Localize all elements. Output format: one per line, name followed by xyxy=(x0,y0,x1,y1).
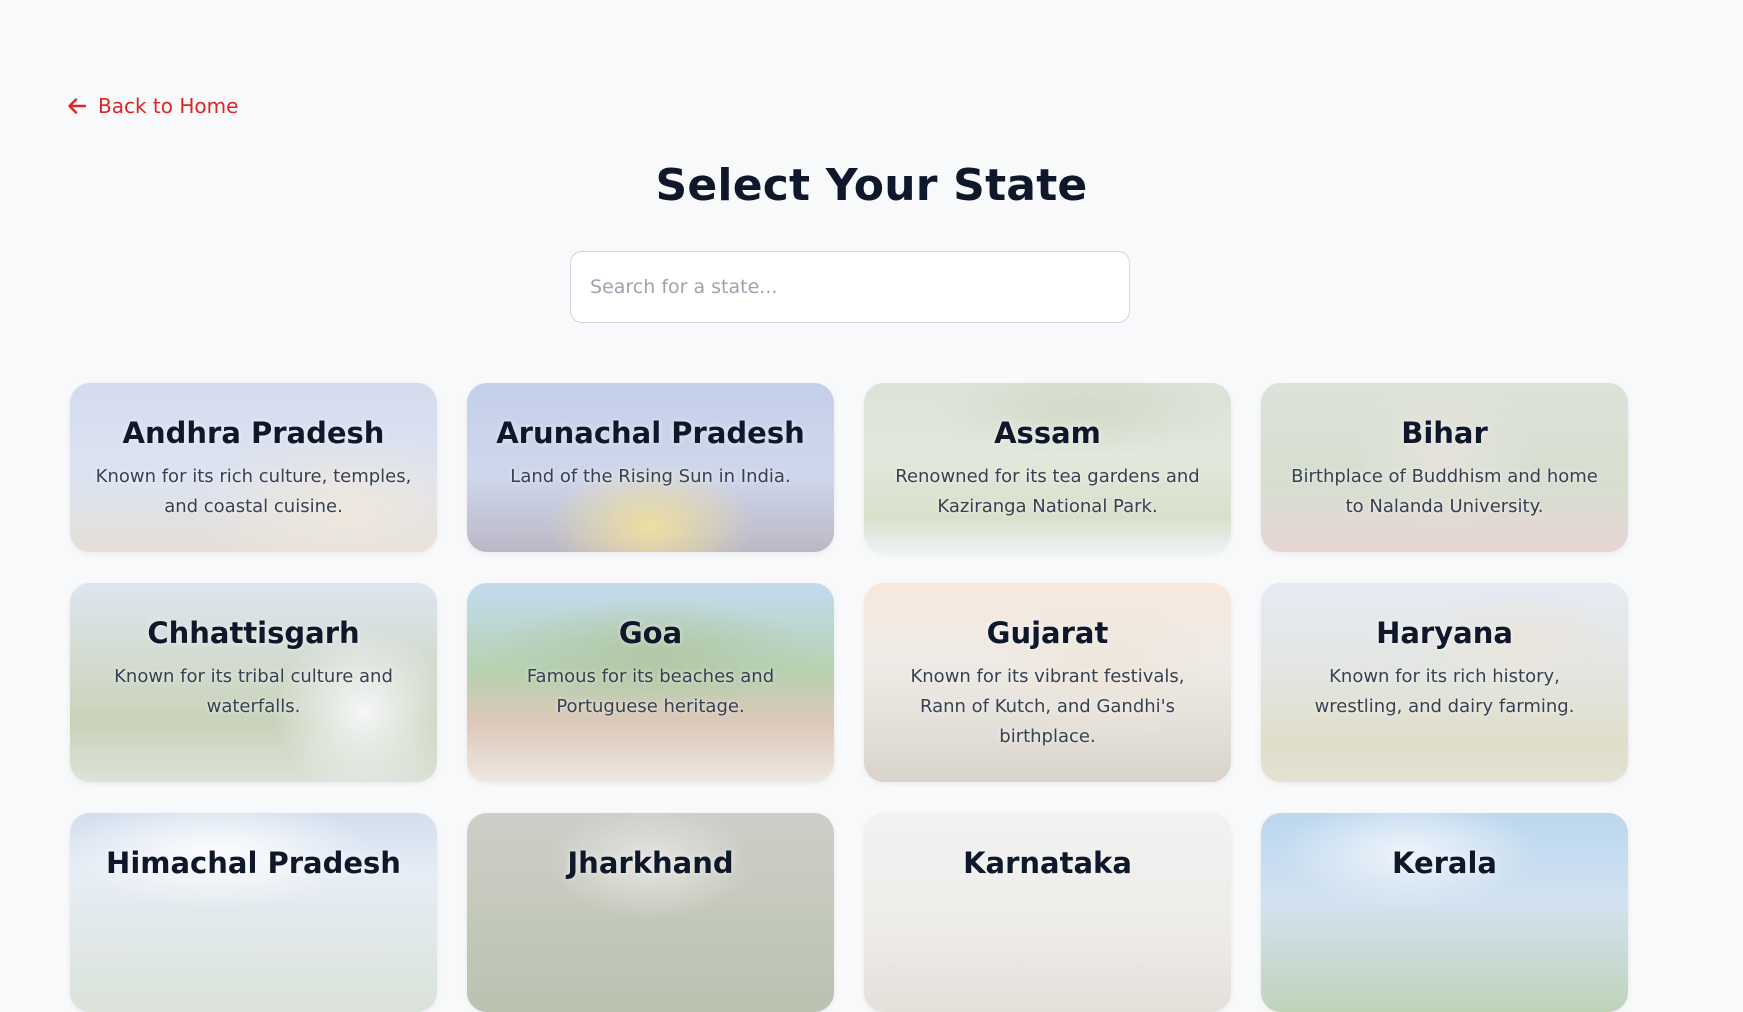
state-card-andhra-pradesh[interactable]: Andhra Pradesh Known for its rich cultur… xyxy=(70,383,437,552)
state-card-title: Assam xyxy=(994,416,1101,450)
state-card-title: Haryana xyxy=(1376,616,1513,650)
back-to-home-label: Back to Home xyxy=(98,94,239,118)
state-card-title: Goa xyxy=(618,616,683,650)
state-card-title: Himachal Pradesh xyxy=(106,846,401,880)
state-card-title: Chhattisgarh xyxy=(147,616,360,650)
state-card-chhattisgarh[interactable]: Chhattisgarh Known for its tribal cultur… xyxy=(70,583,437,782)
state-card-description: Known for its tribal culture and waterfa… xyxy=(114,666,393,718)
state-card-himachal-pradesh[interactable]: Himachal Pradesh xyxy=(70,813,437,1012)
state-card-title: Andhra Pradesh xyxy=(122,416,385,450)
state-card-description: Known for its rich history, wrestling, a… xyxy=(1314,666,1575,718)
state-search-input[interactable] xyxy=(570,251,1130,323)
search-container xyxy=(570,251,1130,323)
page-title: Select Your State xyxy=(655,160,1088,211)
state-grid: Andhra Pradesh Known for its rich cultur… xyxy=(70,383,1628,1012)
back-to-home-link[interactable]: Back to Home xyxy=(68,94,238,118)
state-card-title: Bihar xyxy=(1401,416,1488,450)
state-card-haryana[interactable]: Haryana Known for its rich history, wres… xyxy=(1261,583,1628,782)
state-card-description: Land of the Rising Sun in India. xyxy=(510,466,791,488)
state-card-description: Renowned for its tea gardens and Kaziran… xyxy=(895,466,1200,518)
state-card-description: Birthplace of Buddhism and home to Nalan… xyxy=(1291,466,1598,518)
state-card-karnataka[interactable]: Karnataka xyxy=(864,813,1231,1012)
state-card-title: Jharkhand xyxy=(567,846,734,880)
state-card-assam[interactable]: Assam Renowned for its tea gardens and K… xyxy=(864,383,1231,552)
state-card-arunachal-pradesh[interactable]: Arunachal Pradesh Land of the Rising Sun… xyxy=(467,383,834,552)
state-card-jharkhand[interactable]: Jharkhand xyxy=(467,813,834,1012)
state-card-description: Known for its rich culture, temples, and… xyxy=(95,466,412,518)
state-card-title: Kerala xyxy=(1391,846,1497,880)
state-card-title: Gujarat xyxy=(986,616,1109,650)
state-card-goa[interactable]: Goa Famous for its beaches and Portugues… xyxy=(467,583,834,782)
state-card-title: Karnataka xyxy=(963,846,1132,880)
state-card-description: Famous for its beaches and Portuguese he… xyxy=(526,666,775,718)
state-card-description: Known for its vibrant festivals, Rann of… xyxy=(910,666,1185,748)
state-card-title: Arunachal Pradesh xyxy=(496,416,805,450)
state-card-kerala[interactable]: Kerala xyxy=(1261,813,1628,1012)
arrow-left-icon xyxy=(68,98,86,114)
state-card-gujarat[interactable]: Gujarat Known for its vibrant festivals,… xyxy=(864,583,1231,782)
state-card-bihar[interactable]: Bihar Birthplace of Buddhism and home to… xyxy=(1261,383,1628,552)
